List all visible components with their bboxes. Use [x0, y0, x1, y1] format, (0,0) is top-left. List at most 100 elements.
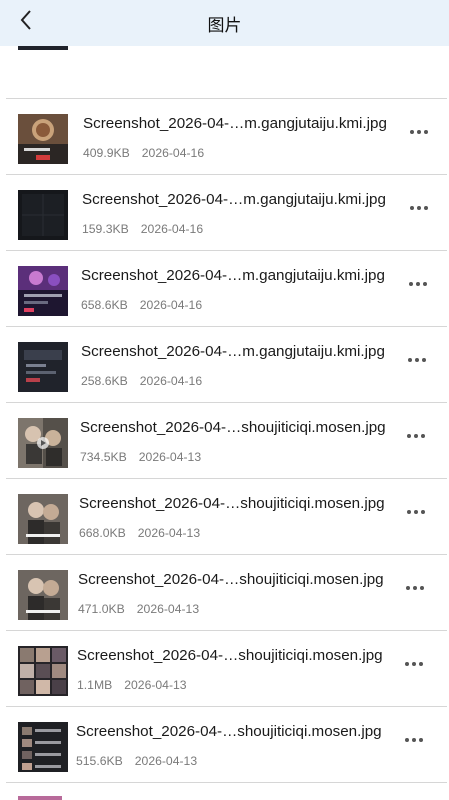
more-dot [421, 434, 425, 438]
more-dot [424, 130, 428, 134]
row-divider [6, 706, 447, 707]
file-meta: 1.1MB 2026-04-13 [77, 678, 187, 692]
row-divider [6, 250, 447, 251]
more-dot [407, 510, 411, 514]
file-meta: 409.9KB 2026-04-16 [83, 146, 204, 160]
more-options-icon[interactable] [405, 662, 425, 668]
more-dot [422, 358, 426, 362]
more-dot [423, 282, 427, 286]
file-date: 2026-04-13 [124, 678, 187, 692]
more-options-icon[interactable] [410, 206, 430, 212]
more-dot [415, 358, 419, 362]
file-size: 658.6KB [81, 298, 128, 312]
row-divider [6, 326, 447, 327]
more-options-icon[interactable] [409, 282, 429, 288]
more-dot [413, 586, 417, 590]
file-meta: 258.6KB 2026-04-16 [81, 374, 202, 388]
next-thumbnail-peek [18, 796, 62, 800]
row-divider [6, 478, 447, 479]
more-dot [412, 662, 416, 666]
row-divider [6, 782, 447, 783]
more-options-icon[interactable] [410, 130, 430, 136]
file-meta: 471.0KB 2026-04-13 [78, 602, 199, 616]
more-options-icon[interactable] [408, 358, 428, 364]
file-list-item[interactable]: Screenshot_2026-04-…m.gangjutaiju.kmi.jp… [0, 252, 449, 328]
more-dot [419, 738, 423, 742]
file-thumbnail [18, 342, 68, 392]
more-dot [414, 510, 418, 514]
more-options-icon[interactable] [407, 510, 427, 516]
file-thumbnail [18, 494, 68, 544]
file-meta: 658.6KB 2026-04-16 [81, 298, 202, 312]
file-meta: 734.5KB 2026-04-13 [80, 450, 201, 464]
next-item-peek [0, 794, 449, 800]
more-dot [420, 586, 424, 590]
more-dot [412, 738, 416, 742]
more-dot [416, 282, 420, 286]
more-dot [407, 434, 411, 438]
file-thumbnail [18, 646, 68, 696]
top-bar: 图片 [0, 0, 449, 46]
file-size: 409.9KB [83, 146, 130, 160]
more-dot [417, 206, 421, 210]
more-dot [410, 206, 414, 210]
more-dot [421, 510, 425, 514]
file-meta: 515.6KB 2026-04-13 [76, 754, 197, 768]
file-size: 734.5KB [80, 450, 127, 464]
file-thumbnail [18, 114, 68, 164]
file-thumbnail [18, 722, 68, 772]
file-date: 2026-04-13 [136, 602, 200, 616]
file-list-item[interactable]: Screenshot_2026-04-…shoujiticiqi.mosen.j… [0, 404, 449, 480]
file-date: 2026-04-13 [137, 526, 201, 540]
file-name: Screenshot_2026-04-…shoujiticiqi.mosen.j… [79, 495, 385, 512]
more-dot [405, 662, 409, 666]
file-list-item[interactable]: Screenshot_2026-04-…m.gangjutaiju.kmi.jp… [0, 328, 449, 404]
file-thumbnail [18, 418, 68, 468]
file-date: 2026-04-13 [134, 754, 198, 768]
file-thumbnail [18, 570, 68, 620]
file-size: 258.6KB [81, 374, 128, 388]
file-name: Screenshot_2026-04-…m.gangjutaiju.kmi.jp… [81, 343, 385, 360]
file-list-item[interactable]: Screenshot_2026-04-…shoujiticiqi.mosen.j… [0, 708, 449, 784]
file-name: Screenshot_2026-04-…shoujiticiqi.mosen.j… [80, 419, 386, 436]
file-meta: 668.0KB 2026-04-13 [79, 526, 200, 540]
file-size: 668.0KB [79, 526, 126, 540]
more-options-icon[interactable] [406, 586, 426, 592]
file-size: 1.1MB [77, 678, 113, 692]
file-name: Screenshot_2026-04-…shoujiticiqi.mosen.j… [78, 571, 384, 588]
file-name: Screenshot_2026-04-…shoujiticiqi.mosen.j… [76, 723, 382, 740]
more-dot [417, 130, 421, 134]
row-divider [6, 630, 447, 631]
row-divider [6, 174, 447, 175]
page-title: 图片 [207, 16, 242, 36]
row-divider [6, 554, 447, 555]
more-dot [424, 206, 428, 210]
file-name: Screenshot_2026-04-…m.gangjutaiju.kmi.jp… [83, 115, 387, 132]
file-list: Screenshot_2026-04-…m.gangjutaiju.kmi.jp… [0, 0, 449, 800]
file-list-item[interactable]: Screenshot_2026-04-…m.gangjutaiju.kmi.jp… [0, 100, 449, 176]
file-list-item[interactable]: Screenshot_2026-04-…shoujiticiqi.mosen.j… [0, 556, 449, 632]
file-date: 2026-04-16 [139, 374, 203, 388]
file-size: 159.3KB [82, 222, 129, 236]
more-dot [414, 434, 418, 438]
file-size: 471.0KB [78, 602, 125, 616]
more-options-icon[interactable] [405, 738, 425, 744]
more-options-icon[interactable] [407, 434, 427, 440]
file-date: 2026-04-16 [140, 222, 204, 236]
more-dot [408, 358, 412, 362]
more-dot [410, 130, 414, 134]
file-date: 2026-04-13 [138, 450, 202, 464]
more-dot [419, 662, 423, 666]
file-name: Screenshot_2026-04-…m.gangjutaiju.kmi.jp… [81, 267, 385, 284]
file-name: Screenshot_2026-04-…shoujiticiqi.mosen.j… [77, 647, 383, 664]
file-list-item[interactable]: Screenshot_2026-04-…shoujiticiqi.mosen.j… [0, 632, 449, 708]
file-date: 2026-04-16 [139, 298, 203, 312]
file-thumbnail [18, 266, 68, 316]
file-thumbnail [18, 190, 68, 240]
more-dot [406, 586, 410, 590]
file-list-item[interactable]: Screenshot_2026-04-…shoujiticiqi.mosen.j… [0, 480, 449, 556]
more-dot [409, 282, 413, 286]
file-name: Screenshot_2026-04-…m.gangjutaiju.kmi.jp… [82, 191, 386, 208]
file-size: 515.6KB [76, 754, 123, 768]
file-list-item[interactable]: Screenshot_2026-04-…m.gangjutaiju.kmi.jp… [0, 176, 449, 252]
